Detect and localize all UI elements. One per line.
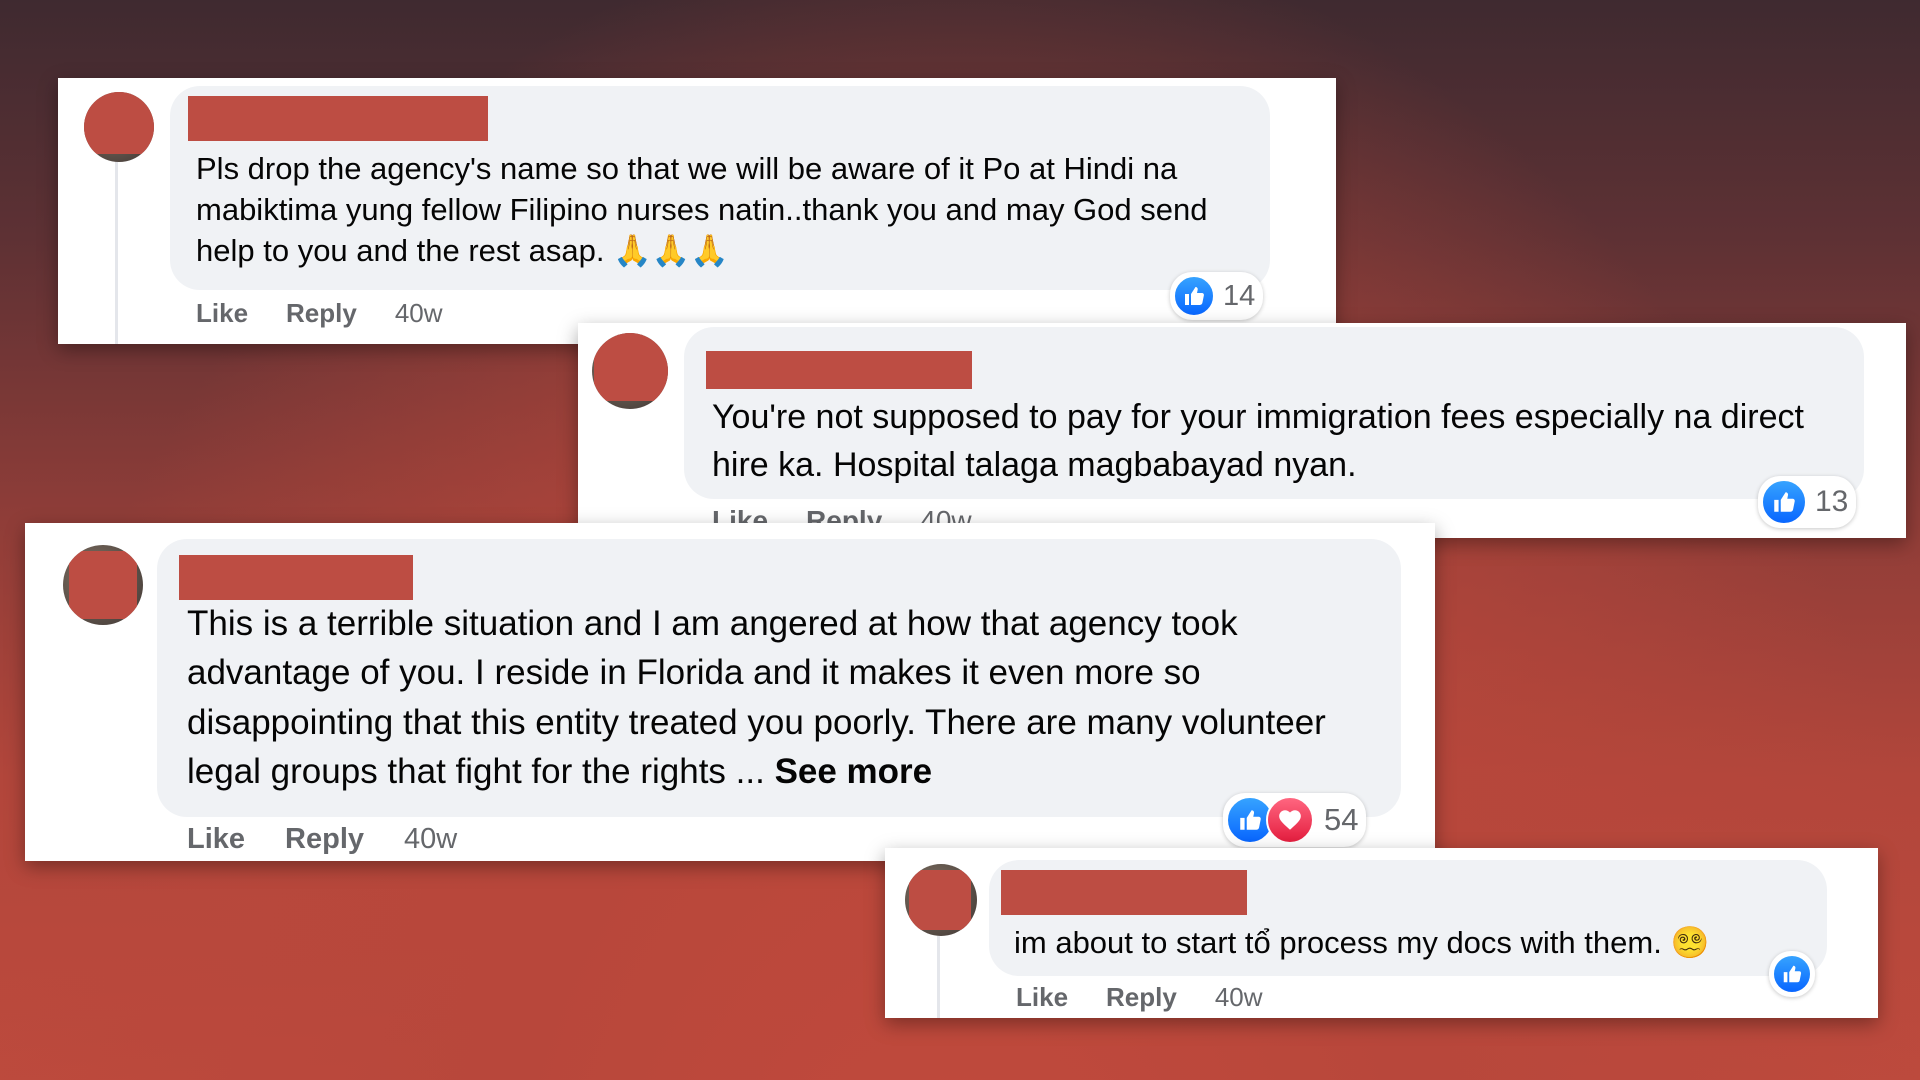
comment-card-3: This is a terrible situation and I am an… — [25, 523, 1435, 861]
comment-card-4: im about to start tổ process my docs wit… — [885, 848, 1878, 1018]
comment-text: Pls drop the agency's name so that we wi… — [196, 148, 1256, 272]
reply-link[interactable]: Reply — [286, 298, 357, 329]
comment-text: You're not supposed to pay for your immi… — [712, 393, 1852, 490]
redaction-mask — [69, 551, 137, 619]
see-more-link[interactable]: See more — [775, 752, 933, 791]
like-link[interactable]: Like — [187, 823, 245, 856]
dizzy-face-emoji: 😵‍💫 — [1670, 925, 1710, 960]
pray-emoji: 🙏🙏🙏 — [613, 233, 729, 269]
comment-card-2: You're not supposed to pay for your immi… — [578, 323, 1906, 538]
comment-body: You're not supposed to pay for your immi… — [712, 398, 1804, 485]
comment-bubble: This is a terrible situation and I am an… — [157, 539, 1401, 817]
redacted-author-name[interactable] — [1001, 870, 1247, 915]
reaction-summary[interactable]: 54 — [1223, 793, 1367, 847]
avatar[interactable] — [905, 864, 977, 936]
redaction-mask — [84, 92, 154, 154]
love-icon — [1266, 796, 1314, 844]
redacted-author-name[interactable] — [188, 96, 488, 141]
reaction-summary[interactable]: 14 — [1170, 272, 1264, 320]
thread-line — [115, 162, 118, 344]
comment-text: im about to start tổ process my docs wit… — [1014, 922, 1824, 963]
reaction-count: 54 — [1324, 802, 1359, 837]
avatar[interactable] — [63, 545, 143, 625]
comment-body: im about to start tổ process my docs wit… — [1014, 925, 1662, 960]
timestamp[interactable]: 40w — [1215, 982, 1263, 1013]
comment-card-1: Pls drop the agency's name so that we wi… — [58, 78, 1336, 344]
like-icon — [1173, 275, 1215, 317]
comment-actions: Like Reply 40w — [196, 298, 443, 329]
comment-bubble: Pls drop the agency's name so that we wi… — [170, 86, 1270, 290]
comment-actions: Like Reply 40w — [187, 823, 457, 856]
reply-link[interactable]: Reply — [1106, 982, 1177, 1013]
timestamp[interactable]: 40w — [395, 298, 443, 329]
redaction-mask — [594, 333, 668, 401]
comment-actions: Like Reply 40w — [1016, 982, 1263, 1013]
comment-bubble: im about to start tổ process my docs wit… — [989, 860, 1827, 976]
like-link[interactable]: Like — [196, 298, 248, 329]
reaction-summary[interactable] — [1769, 951, 1815, 997]
reaction-count: 14 — [1223, 279, 1256, 312]
comment-body: This is a terrible situation and I am an… — [187, 604, 1326, 792]
thread-line — [937, 936, 940, 1018]
reaction-summary[interactable]: 13 — [1758, 476, 1857, 528]
comment-bubble: You're not supposed to pay for your immi… — [684, 327, 1864, 499]
reaction-count: 13 — [1815, 485, 1849, 518]
like-icon — [1761, 479, 1807, 525]
comment-text: This is a terrible situation and I am an… — [187, 599, 1387, 796]
redacted-author-name[interactable] — [706, 351, 972, 389]
avatar[interactable] — [84, 92, 154, 162]
avatar[interactable] — [592, 333, 668, 409]
redaction-mask — [909, 870, 971, 930]
timestamp[interactable]: 40w — [404, 823, 457, 856]
collage-background: { "colors": { "redaction": "#bd4d43", "b… — [0, 0, 1920, 1080]
reply-link[interactable]: Reply — [285, 823, 364, 856]
like-icon — [1772, 954, 1812, 994]
redacted-author-name[interactable] — [179, 555, 413, 600]
like-link[interactable]: Like — [1016, 982, 1068, 1013]
